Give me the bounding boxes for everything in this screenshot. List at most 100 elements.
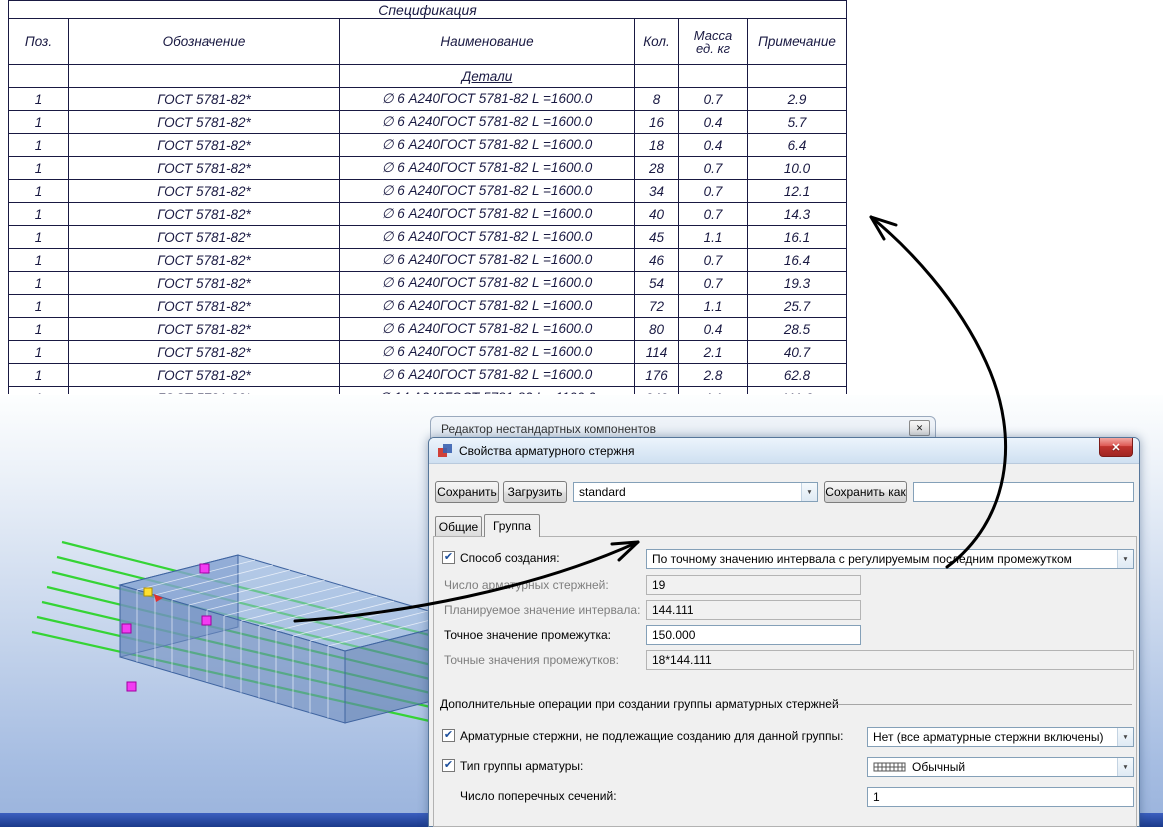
- spec-header-massa-line2: ед. кг: [696, 42, 730, 55]
- cross-sections-label: Число поперечных сечений:: [460, 788, 617, 803]
- cell-oboz: ГОСТ 5781-82*: [69, 295, 340, 317]
- cell-oboz: ГОСТ 5781-82*: [69, 88, 340, 110]
- spec-section-row: Детали: [9, 65, 846, 88]
- cell-naim: ∅ 6 А240ГОСТ 5781-82 L =1600.0: [340, 226, 635, 248]
- cell-massa: 0.7: [679, 157, 748, 179]
- cell-kol: 114: [635, 341, 679, 363]
- cell-oboz: ГОСТ 5781-82*: [69, 272, 340, 294]
- table-row: 1 ГОСТ 5781-82* ∅ 6 А240ГОСТ 5781-82 L =…: [9, 157, 846, 180]
- cell-poz: 1: [9, 134, 69, 156]
- rebar-properties-dialog: Свойства арматурного стержня ✕ Сохранить…: [428, 437, 1140, 827]
- cell-oboz: ГОСТ 5781-82*: [69, 341, 340, 363]
- cell-oboz: ГОСТ 5781-82*: [69, 180, 340, 202]
- creation-method-value: По точному значению интервала с регулиру…: [652, 552, 1072, 566]
- cell-poz: 1: [9, 387, 69, 394]
- save-as-button[interactable]: Сохранить как: [824, 481, 907, 503]
- cell-oboz: ГОСТ 5781-82*: [69, 111, 340, 133]
- creation-method-checkbox[interactable]: ✔: [442, 551, 455, 564]
- cell-kol: 80: [635, 318, 679, 340]
- cell-poz: 1: [9, 295, 69, 317]
- table-row: 1 ГОСТ 5781-82* ∅ 6 А240ГОСТ 5781-82 L =…: [9, 364, 846, 387]
- cell-oboz: ГОСТ 5781-82*: [69, 203, 340, 225]
- spec-header-prim: Примечание: [748, 19, 846, 64]
- spec-section-title: Детали: [340, 65, 635, 87]
- tab-group[interactable]: Группа: [484, 514, 540, 537]
- table-row: 1 ГОСТ 5781-82* ∅ 6 А240ГОСТ 5781-82 L =…: [9, 111, 846, 134]
- table-row: 1 ГОСТ 5781-82* ∅ 6 А240ГОСТ 5781-82 L =…: [9, 134, 846, 157]
- table-row: 1 ГОСТ 5781-82* ∅ 6 А240ГОСТ 5781-82 L =…: [9, 318, 846, 341]
- creation-method-combo[interactable]: По точному значению интервала с регулиру…: [646, 549, 1134, 569]
- cell-kol: 54: [635, 272, 679, 294]
- group-type-value: Обычный: [912, 760, 965, 774]
- cell-prim: 16.4: [748, 249, 846, 271]
- cell-poz: 1: [9, 157, 69, 179]
- cell-massa: 0.4: [679, 134, 748, 156]
- table-row: 1 ГОСТ 5781-82* ∅ 6 А240ГОСТ 5781-82 L =…: [9, 226, 846, 249]
- preset-name-input[interactable]: [913, 482, 1134, 502]
- cell-poz: 1: [9, 318, 69, 340]
- cell-kol: 45: [635, 226, 679, 248]
- exact-spacing-list-label: Точные значения промежутков:: [444, 652, 619, 667]
- check-icon: ✔: [444, 552, 453, 563]
- cell-poz: 1: [9, 226, 69, 248]
- cell-prim: 10.0: [748, 157, 846, 179]
- cell-kol: 8: [635, 88, 679, 110]
- table-row: 1 ГОСТ 5781-82* ∅ 6 А240ГОСТ 5781-82 L =…: [9, 272, 846, 295]
- cell-prim: 111.3: [748, 387, 846, 394]
- table-row: 1 ГОСТ 5781-82* ∅ 6 А240ГОСТ 5781-82 L =…: [9, 249, 846, 272]
- concrete-beam[interactable]: [120, 555, 463, 723]
- cell-naim: ∅ 14 А240ГОСТ 5781-82 L =1100.0: [340, 387, 635, 394]
- planned-interval-field: 144.111: [646, 600, 861, 620]
- cell-prim: 62.8: [748, 364, 846, 386]
- creation-method-label: Способ создания:: [460, 550, 560, 565]
- cell-prim: 19.3: [748, 272, 846, 294]
- cell-massa: 1.1: [679, 295, 748, 317]
- exact-spacing-input[interactable]: 150.000: [646, 625, 861, 645]
- dialog-titlebar[interactable]: Свойства арматурного стержня ✕: [429, 438, 1139, 464]
- excluded-bars-combo[interactable]: Нет (все арматурные стержни включены) ▼: [867, 727, 1134, 747]
- group-tab-panel: ✔ Способ создания: По точному значению и…: [433, 536, 1137, 827]
- tab-general[interactable]: Общие: [435, 516, 482, 536]
- cell-oboz: ГОСТ 5781-82*: [69, 364, 340, 386]
- cell-poz: 1: [9, 180, 69, 202]
- cell-naim: ∅ 6 А240ГОСТ 5781-82 L =1600.0: [340, 341, 635, 363]
- cell-naim: ∅ 6 А240ГОСТ 5781-82 L =1600.0: [340, 318, 635, 340]
- save-button[interactable]: Сохранить: [435, 481, 499, 503]
- chevron-down-icon[interactable]: ▼: [801, 483, 817, 501]
- cell-massa: 4.1: [679, 387, 748, 394]
- cell-naim: ∅ 6 А240ГОСТ 5781-82 L =1600.0: [340, 295, 635, 317]
- chevron-down-icon[interactable]: ▼: [1117, 728, 1133, 746]
- group-type-combo[interactable]: Обычный ▼: [867, 757, 1134, 777]
- cell-naim: ∅ 6 А240ГОСТ 5781-82 L =1600.0: [340, 180, 635, 202]
- section-divider: [830, 704, 1132, 705]
- cell-naim: ∅ 6 А240ГОСТ 5781-82 L =1600.0: [340, 249, 635, 271]
- cross-sections-input[interactable]: 1: [867, 787, 1134, 807]
- cell-kol: 40: [635, 203, 679, 225]
- spec-header-row: Поз. Обозначение Наименование Кол. Масса…: [9, 19, 846, 65]
- chevron-down-icon[interactable]: ▼: [1117, 758, 1133, 776]
- preset-combo[interactable]: standard ▼: [573, 482, 818, 502]
- close-icon[interactable]: ✕: [1099, 438, 1133, 457]
- component-editor-title[interactable]: Редактор нестандартных компонентов: [441, 422, 656, 436]
- spec-header-massa-line1: Масса: [694, 29, 732, 42]
- spec-header-massa: Масса ед. кг: [679, 19, 748, 64]
- cell-massa: 0.7: [679, 180, 748, 202]
- planned-interval-label: Планируемое значение интервала:: [444, 602, 640, 617]
- cell-massa: 2.1: [679, 341, 748, 363]
- spec-header-poz: Поз.: [9, 19, 69, 64]
- group-type-checkbox[interactable]: ✔: [442, 759, 455, 772]
- spec-title: Спецификация: [9, 1, 846, 19]
- cell-massa: 0.4: [679, 111, 748, 133]
- cell-naim: ∅ 6 А240ГОСТ 5781-82 L =1600.0: [340, 134, 635, 156]
- cell-poz: 1: [9, 272, 69, 294]
- load-button[interactable]: Загрузить: [503, 481, 567, 503]
- excluded-bars-label: Арматурные стержни, не подлежащие создан…: [460, 728, 843, 743]
- close-icon[interactable]: ✕: [909, 420, 930, 436]
- excluded-bars-checkbox[interactable]: ✔: [442, 729, 455, 742]
- cell-kol: 176: [635, 364, 679, 386]
- cell-kol: 34: [635, 180, 679, 202]
- bar-count-field: 19: [646, 575, 861, 595]
- cell-kol: 342: [635, 387, 679, 394]
- cell-poz: 1: [9, 364, 69, 386]
- chevron-down-icon[interactable]: ▼: [1117, 550, 1133, 568]
